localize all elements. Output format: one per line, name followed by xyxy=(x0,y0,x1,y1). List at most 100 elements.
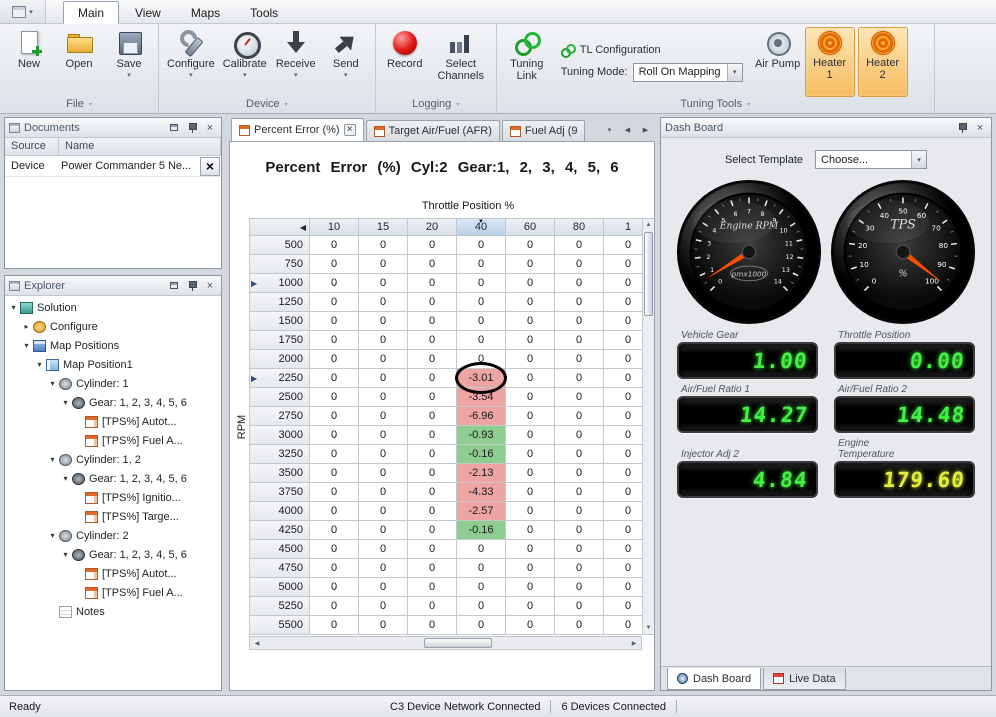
tab-dash-board[interactable]: Dash Board xyxy=(667,668,761,690)
select-channels-button[interactable]: Select Channels xyxy=(430,27,492,97)
row-header-2250[interactable]: ▶2250 xyxy=(249,369,310,388)
menu-tab-maps[interactable]: Maps xyxy=(177,2,234,23)
grid-cell[interactable]: 0 xyxy=(506,293,555,312)
grid-cell[interactable]: 0 xyxy=(359,312,408,331)
column-header-10[interactable]: 10 xyxy=(310,218,359,236)
grid-cell[interactable]: 0 xyxy=(604,331,642,350)
close-document-button[interactable]: × xyxy=(200,157,220,176)
grid-cell[interactable]: -4.33 xyxy=(457,483,506,502)
grid-cell[interactable]: 0 xyxy=(310,616,359,635)
grid-cell[interactable]: 0 xyxy=(457,350,506,369)
grid-cell[interactable]: 0 xyxy=(408,350,457,369)
grid-cell[interactable]: 0 xyxy=(408,407,457,426)
dropdown-icon[interactable]: ▾ xyxy=(911,151,926,168)
grid-cell[interactable]: 0 xyxy=(310,350,359,369)
grid-cell[interactable]: 0 xyxy=(310,578,359,597)
grid-cell[interactable]: 0 xyxy=(310,255,359,274)
grid-cell[interactable]: 0 xyxy=(506,426,555,445)
grid-cell[interactable]: 0 xyxy=(506,445,555,464)
grid-cell[interactable]: 0 xyxy=(408,616,457,635)
expand-icon[interactable]: ▸ xyxy=(21,322,32,331)
close-panel-button[interactable]: × xyxy=(203,279,217,292)
menu-tab-tools[interactable]: Tools xyxy=(236,2,292,23)
tree-item[interactable]: [TPS%] Autot... xyxy=(5,564,221,583)
float-button[interactable] xyxy=(167,121,181,134)
grid-cell[interactable]: -0.16 xyxy=(457,521,506,540)
grid-cell[interactable]: 0 xyxy=(506,255,555,274)
collapse-icon[interactable]: ▾ xyxy=(21,341,32,350)
column-header-name[interactable]: Name xyxy=(59,138,221,155)
row-header-1000[interactable]: ▶1000 xyxy=(249,274,310,293)
row-header-2750[interactable]: 2750 xyxy=(249,407,310,426)
send-button[interactable]: Send ▾ xyxy=(321,27,371,97)
open-button[interactable]: Open xyxy=(54,27,104,97)
grid-cell[interactable]: 0 xyxy=(457,616,506,635)
grid-cell[interactable]: 0 xyxy=(506,331,555,350)
grid-cell[interactable]: 0 xyxy=(506,540,555,559)
row-header-4000[interactable]: 4000 xyxy=(249,502,310,521)
grid-cell[interactable]: 0 xyxy=(310,483,359,502)
grid-cell[interactable]: 0 xyxy=(555,483,604,502)
grid-cell[interactable]: 0 xyxy=(604,616,642,635)
grid-cell[interactable]: 0 xyxy=(457,540,506,559)
grid-cell[interactable]: 0 xyxy=(457,236,506,255)
collapse-icon[interactable]: ▾ xyxy=(47,531,58,540)
grid-cell[interactable]: 0 xyxy=(506,521,555,540)
grid-cell[interactable]: 0 xyxy=(604,274,642,293)
grid-cell[interactable]: 0 xyxy=(408,597,457,616)
grid-cell[interactable]: 0 xyxy=(359,502,408,521)
grid-cell[interactable]: 0 xyxy=(555,236,604,255)
grid-cell[interactable]: 0 xyxy=(408,388,457,407)
grid-cell[interactable]: 0 xyxy=(310,369,359,388)
grid-cell[interactable]: 0 xyxy=(555,426,604,445)
column-header-40[interactable]: ▼40 xyxy=(457,218,506,236)
tree-item[interactable]: [TPS%] Fuel A... xyxy=(5,431,221,450)
grid-cell[interactable]: 0 xyxy=(359,274,408,293)
grid-cell[interactable]: 0 xyxy=(408,331,457,350)
row-header-4750[interactable]: 4750 xyxy=(249,559,310,578)
tree-item[interactable]: [TPS%] Autot... xyxy=(5,412,221,431)
grid-cell[interactable]: 0 xyxy=(604,445,642,464)
grid-cell[interactable]: 0 xyxy=(408,274,457,293)
grid-cell[interactable]: 0 xyxy=(555,464,604,483)
grid-cell[interactable]: 0 xyxy=(457,293,506,312)
pin-button[interactable] xyxy=(185,121,199,134)
grid-cell[interactable]: 0 xyxy=(555,350,604,369)
tree-item[interactable]: ▾Cylinder: 1 xyxy=(5,374,221,393)
grid-cell[interactable]: 0 xyxy=(408,540,457,559)
grid-cell[interactable]: 0 xyxy=(359,521,408,540)
grid-corner-cell[interactable]: ◀ xyxy=(249,218,310,236)
grid-cell[interactable]: 0 xyxy=(310,540,359,559)
grid-cell[interactable]: 0 xyxy=(310,407,359,426)
grid-cell[interactable]: 0 xyxy=(359,483,408,502)
grid-cell[interactable]: 0 xyxy=(506,236,555,255)
grid-cell[interactable]: 0 xyxy=(408,578,457,597)
grid-cell[interactable]: 0 xyxy=(604,521,642,540)
receive-dropdown-icon[interactable]: ▾ xyxy=(294,71,298,79)
grid-cell[interactable]: 0 xyxy=(555,597,604,616)
grid-cell[interactable]: 0 xyxy=(555,331,604,350)
scroll-right-icon[interactable]: ▶ xyxy=(627,637,641,649)
horizontal-scrollbar[interactable]: ◀ ▶ xyxy=(249,636,642,650)
grid-cell[interactable]: 0 xyxy=(506,464,555,483)
menu-tab-main[interactable]: Main xyxy=(63,1,119,24)
close-panel-button[interactable]: × xyxy=(973,121,987,134)
grid-cell[interactable]: 0 xyxy=(506,578,555,597)
grid-cell[interactable]: -3.54 xyxy=(457,388,506,407)
grid-cell[interactable]: 0 xyxy=(604,388,642,407)
grid-cell[interactable]: 0 xyxy=(359,350,408,369)
grid-cell[interactable]: 0 xyxy=(408,236,457,255)
grid-cell[interactable]: 0 xyxy=(555,559,604,578)
grid-cell[interactable]: 0 xyxy=(310,388,359,407)
grid-cell[interactable]: 0 xyxy=(604,597,642,616)
grid-cell[interactable]: 0 xyxy=(359,540,408,559)
grid-cell[interactable]: 0 xyxy=(555,255,604,274)
grid-cell[interactable]: 0 xyxy=(310,464,359,483)
grid-cell[interactable]: 0 xyxy=(604,559,642,578)
grid-cell[interactable]: 0 xyxy=(359,464,408,483)
row-header-3250[interactable]: 3250 xyxy=(249,445,310,464)
row-header-3750[interactable]: 3750 xyxy=(249,483,310,502)
grid-cell[interactable]: 0 xyxy=(359,331,408,350)
row-header-5000[interactable]: 5000 xyxy=(249,578,310,597)
tuning-mode-select[interactable]: Roll On Mapping ▾ xyxy=(633,63,743,82)
